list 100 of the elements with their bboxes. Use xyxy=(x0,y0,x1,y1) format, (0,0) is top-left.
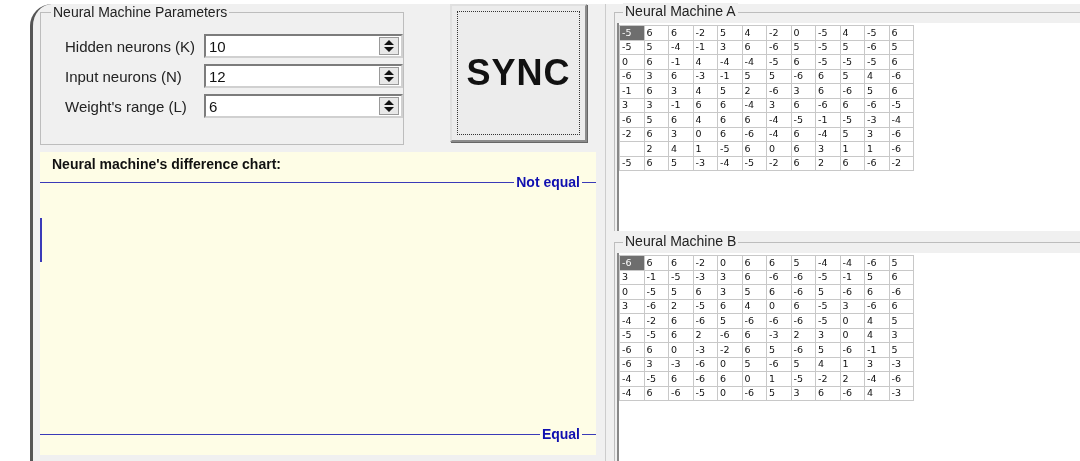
grid-cell[interactable]: 6 xyxy=(791,299,816,314)
spin-arrows-icon[interactable] xyxy=(379,37,399,55)
grid-cell[interactable]: -5 xyxy=(791,112,816,127)
spin-arrows-icon[interactable] xyxy=(379,67,399,85)
grid-cell[interactable]: -6 xyxy=(864,255,889,270)
grid-cell[interactable]: 6 xyxy=(644,386,669,401)
grid-cell[interactable]: -4 xyxy=(619,386,644,401)
grid-cell[interactable]: -4 xyxy=(864,371,889,386)
grid-cell[interactable]: 5 xyxy=(742,284,767,299)
spin-field[interactable]: 6 xyxy=(203,94,403,118)
grid-cell[interactable]: -5 xyxy=(815,299,840,314)
grid-cell[interactable]: 5 xyxy=(644,112,669,127)
grid-cell[interactable]: 4 xyxy=(864,69,889,84)
grid-cell[interactable]: 3 xyxy=(668,127,693,142)
grid-cell[interactable]: 6 xyxy=(644,255,669,270)
grid-cell[interactable]: -1 xyxy=(864,342,889,357)
grid-cell[interactable]: -4 xyxy=(717,156,742,171)
grid-cell[interactable]: 3 xyxy=(717,270,742,285)
grid-cell[interactable]: -2 xyxy=(766,25,791,40)
grid-cell[interactable]: -6 xyxy=(742,313,767,328)
grid-cell[interactable]: 5 xyxy=(766,342,791,357)
grid-cell[interactable]: 5 xyxy=(668,156,693,171)
grid-cell[interactable]: 5 xyxy=(766,386,791,401)
grid-cell[interactable]: -4 xyxy=(766,112,791,127)
grid-cell[interactable]: 0 xyxy=(766,141,791,156)
grid-cell[interactable]: 0 xyxy=(791,25,816,40)
grid-cell[interactable]: -6 xyxy=(668,386,693,401)
grid-cell[interactable]: 6 xyxy=(742,40,767,55)
grid-cell[interactable]: -6 xyxy=(644,299,669,314)
grid-cell[interactable]: -5 xyxy=(840,54,865,69)
grid-cell[interactable]: -6 xyxy=(791,69,816,84)
grid-cell[interactable]: 1 xyxy=(864,141,889,156)
grid-cell[interactable]: 0 xyxy=(840,328,865,343)
grid-cell[interactable]: -5 xyxy=(864,25,889,40)
grid-cell[interactable]: 4 xyxy=(693,83,718,98)
grid-cell[interactable]: -6 xyxy=(864,156,889,171)
grid-cell[interactable]: -5 xyxy=(742,156,767,171)
grid-cell[interactable]: 5 xyxy=(840,40,865,55)
grid-cell[interactable]: 6 xyxy=(791,141,816,156)
grid-cell[interactable]: -4 xyxy=(619,371,644,386)
grid-cell[interactable]: 6 xyxy=(815,83,840,98)
grid-cell[interactable]: 2 xyxy=(742,83,767,98)
grid-cell[interactable]: 5 xyxy=(668,284,693,299)
grid-cell[interactable]: 5 xyxy=(717,83,742,98)
grid-cell[interactable]: 6 xyxy=(815,69,840,84)
grid-cell[interactable]: 0 xyxy=(693,127,718,142)
grid-cell[interactable]: -3 xyxy=(889,386,914,401)
grid-cell[interactable]: 3 xyxy=(815,141,840,156)
grid-cell[interactable]: -5 xyxy=(815,25,840,40)
grid-cell[interactable]: -6 xyxy=(791,270,816,285)
grid-cell[interactable]: -5 xyxy=(644,328,669,343)
grid-cell[interactable]: 1 xyxy=(766,371,791,386)
grid-cell[interactable]: -6 xyxy=(815,98,840,113)
grid-cell[interactable]: 2 xyxy=(693,328,718,343)
grid-cell[interactable]: 6 xyxy=(791,54,816,69)
grid-cell[interactable]: 5 xyxy=(815,342,840,357)
grid-cell[interactable]: 5 xyxy=(864,83,889,98)
grid-cell[interactable]: -4 xyxy=(619,313,644,328)
grid-cell[interactable]: 3 xyxy=(717,40,742,55)
grid-cell[interactable]: 5 xyxy=(889,40,914,55)
grid-cell[interactable]: -5 xyxy=(644,371,669,386)
grid-cell[interactable]: -2 xyxy=(889,156,914,171)
grid-cell[interactable]: 3 xyxy=(619,98,644,113)
grid-cell[interactable]: -3 xyxy=(693,69,718,84)
grid-cell[interactable]: 6 xyxy=(742,255,767,270)
grid-cell[interactable]: 6 xyxy=(644,25,669,40)
grid-cell[interactable]: -1 xyxy=(668,98,693,113)
grid-cell[interactable]: 6 xyxy=(644,156,669,171)
grid-cell[interactable]: 6 xyxy=(742,328,767,343)
grid-cell[interactable]: 3 xyxy=(840,299,865,314)
grid-cell[interactable]: -5 xyxy=(815,313,840,328)
grid-cell[interactable]: 5 xyxy=(742,357,767,372)
grid-cell[interactable]: 3 xyxy=(791,386,816,401)
grid-cell[interactable]: 6 xyxy=(742,342,767,357)
grid-cell[interactable]: 4 xyxy=(693,54,718,69)
grid-cell[interactable]: -1 xyxy=(644,270,669,285)
grid-cell[interactable]: 6 xyxy=(766,255,791,270)
grid-cell[interactable]: 6 xyxy=(644,127,669,142)
grid-cell[interactable]: -1 xyxy=(815,112,840,127)
grid-cell[interactable]: -6 xyxy=(864,98,889,113)
grid-cell[interactable]: -5 xyxy=(619,40,644,55)
grid-cell[interactable]: -6 xyxy=(791,313,816,328)
grid-cell[interactable]: -6 xyxy=(693,371,718,386)
grid-cell[interactable]: -4 xyxy=(742,54,767,69)
grid-cell[interactable]: -6 xyxy=(766,40,791,55)
grid-cell[interactable]: -4 xyxy=(889,112,914,127)
grid-cell[interactable]: -5 xyxy=(619,328,644,343)
sync-button[interactable]: SYNC xyxy=(450,4,587,142)
grid-cell[interactable]: -6 xyxy=(742,127,767,142)
grid-cell[interactable]: 6 xyxy=(668,371,693,386)
grid-cell[interactable]: -6 xyxy=(619,357,644,372)
grid-cell[interactable]: -2 xyxy=(619,127,644,142)
grid-cell[interactable]: 6 xyxy=(644,54,669,69)
grid-cell[interactable]: 6 xyxy=(668,313,693,328)
grid-cell[interactable]: -4 xyxy=(717,54,742,69)
grid-cell[interactable]: -5 xyxy=(668,270,693,285)
grid-cell[interactable]: 4 xyxy=(742,25,767,40)
grid-cell[interactable]: 3 xyxy=(644,69,669,84)
grid-cell[interactable]: 0 xyxy=(668,342,693,357)
grid-cell[interactable]: 5 xyxy=(840,69,865,84)
